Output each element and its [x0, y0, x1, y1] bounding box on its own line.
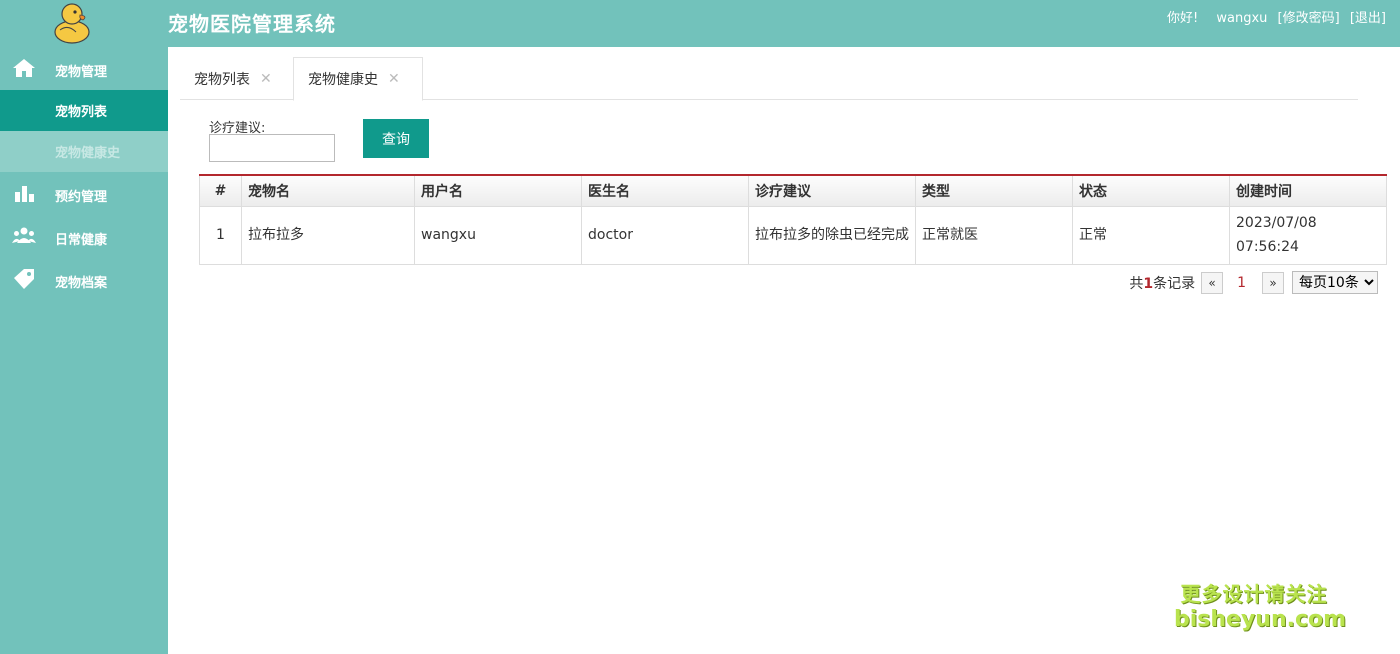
cell-created-time: 2023/07/08 07:56:24	[1229, 205, 1387, 265]
current-page[interactable]: 1	[1237, 275, 1246, 291]
column-header[interactable]: 医生名	[581, 174, 749, 207]
record-count: 共1条记录	[1129, 273, 1195, 293]
tab-label: 宠物列表	[194, 71, 250, 88]
pagination: 共1条记录 « 1 » 每页10条	[1129, 271, 1378, 294]
sidebar-group-label: 宠物管理	[55, 65, 108, 80]
cell-username: wangxu	[414, 205, 582, 265]
table-header-row: # 宠物名 用户名 医生名 诊疗建议 类型 状态 创建时间	[199, 174, 1387, 207]
close-icon[interactable]: ✕	[260, 71, 272, 87]
bar-chart-icon	[15, 186, 34, 202]
sidebar-group-label: 预约管理	[55, 190, 108, 205]
username-text: wangxu	[1216, 11, 1268, 26]
tab-pet-list[interactable]: 宠物列表 ✕	[180, 57, 290, 100]
system-title: 宠物医院管理系统	[168, 12, 336, 36]
record-count-suffix: 条记录	[1153, 275, 1196, 292]
next-page-button[interactable]: »	[1262, 271, 1284, 294]
column-header[interactable]: 宠物名	[241, 174, 415, 207]
sidebar-group-label: 宠物档案	[55, 276, 108, 291]
sidebar-group-daily-health[interactable]: 日常健康	[0, 215, 168, 258]
top-header: 宠物医院管理系统 你好! wangxu [修改密码] [退出]	[0, 0, 1400, 47]
watermark-line1: 更多设计请关注	[1180, 582, 1328, 606]
column-header[interactable]: 状态	[1072, 174, 1230, 207]
cell-doctor-name: doctor	[581, 205, 749, 265]
cell-pet-name: 拉布拉多	[241, 205, 415, 265]
home-icon	[13, 59, 35, 77]
cell-type: 正常就医	[915, 205, 1073, 265]
diagnosis-advice-input[interactable]	[209, 134, 335, 162]
sidebar-group-pet-archive[interactable]: 宠物档案	[0, 258, 168, 301]
record-count-value: 1	[1143, 275, 1154, 292]
column-header[interactable]: 用户名	[414, 174, 582, 207]
greeting-text: 你好!	[1167, 11, 1199, 26]
user-bar: 你好! wangxu [修改密码] [退出]	[1161, 7, 1386, 26]
sidebar-group-pet-management[interactable]: 宠物管理	[0, 47, 168, 90]
column-header[interactable]: #	[199, 174, 242, 207]
table-row[interactable]: 1 拉布拉多 wangxu doctor 拉布拉多的除虫已经完成 正常就医 正常…	[199, 205, 1387, 265]
record-count-prefix: 共	[1129, 275, 1144, 292]
column-header[interactable]: 类型	[915, 174, 1073, 207]
cell-diagnosis-advice: 拉布拉多的除虫已经完成	[748, 205, 916, 265]
close-icon[interactable]: ✕	[388, 71, 400, 87]
watermark: 更多设计请关注 bisheyun.com	[1174, 578, 1347, 632]
cell-status: 正常	[1072, 205, 1230, 265]
sidebar-item-pet-list[interactable]: 宠物列表	[0, 90, 168, 131]
tab-bar: 宠物列表 ✕ 宠物健康史 ✕	[180, 57, 1358, 101]
duck-logo-icon	[54, 3, 90, 44]
watermark-line2: bisheyun.com	[1174, 607, 1347, 632]
query-button[interactable]: 查询	[363, 119, 429, 158]
health-history-table: # 宠物名 用户名 医生名 诊疗建议 类型 状态 创建时间 1 拉布拉多 wan…	[199, 174, 1387, 265]
users-icon	[12, 227, 36, 243]
sidebar-group-label: 日常健康	[55, 233, 108, 248]
logout-link[interactable]: [退出]	[1350, 11, 1386, 26]
sidebar-item-pet-health-history[interactable]: 宠物健康史	[0, 131, 168, 172]
tab-label: 宠物健康史	[308, 72, 378, 88]
column-header[interactable]: 创建时间	[1229, 174, 1387, 207]
sidebar-group-appointment[interactable]: 预约管理	[0, 172, 168, 215]
prev-page-button[interactable]: «	[1201, 271, 1224, 294]
sidebar: 宠物管理 宠物列表 宠物健康史 预约管理 日常健康 宠物档案	[0, 47, 168, 654]
tab-pet-health-history[interactable]: 宠物健康史 ✕	[293, 57, 423, 101]
page-size-select[interactable]: 每页10条	[1292, 271, 1378, 294]
column-header[interactable]: 诊疗建议	[748, 174, 916, 207]
change-password-link[interactable]: [修改密码]	[1278, 11, 1340, 26]
cell-index: 1	[199, 205, 242, 265]
tag-icon	[14, 269, 34, 289]
